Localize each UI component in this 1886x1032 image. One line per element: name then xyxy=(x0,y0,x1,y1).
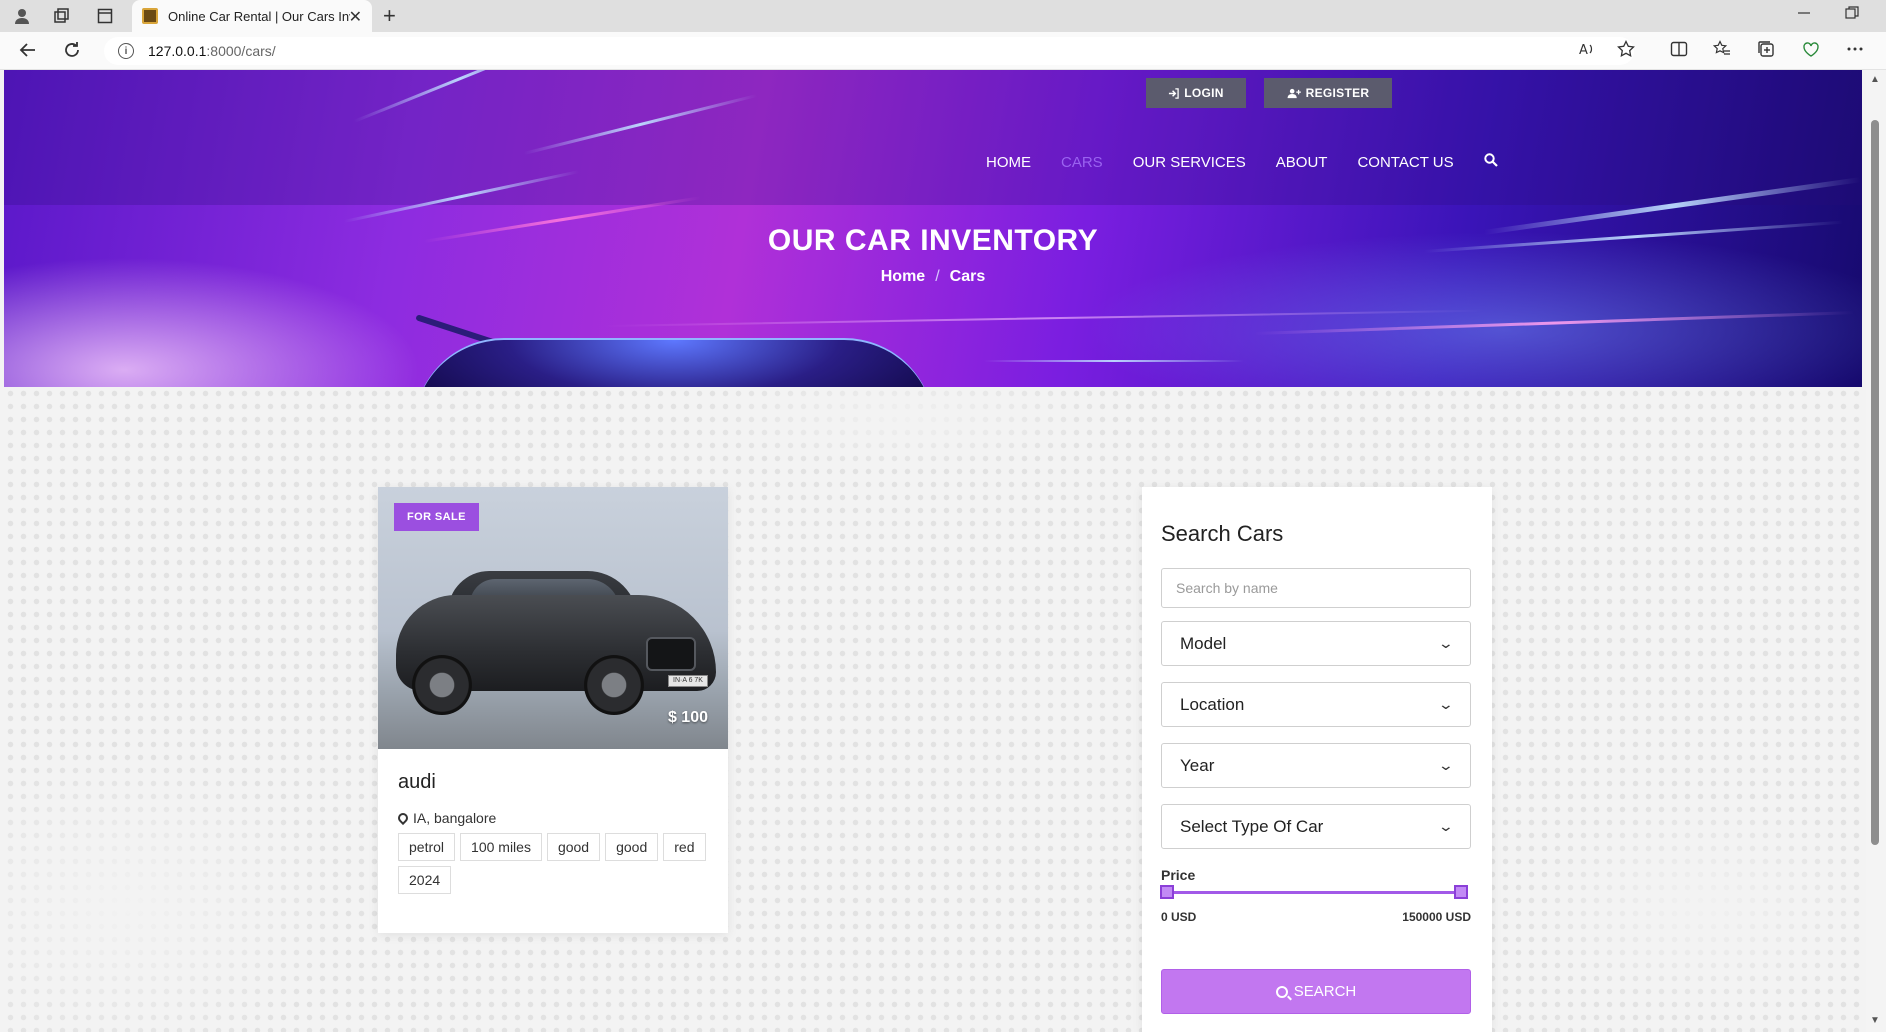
light-streak xyxy=(1253,311,1854,335)
breadcrumb-separator: / xyxy=(935,268,940,285)
url-host: 127.0.0.1 xyxy=(148,43,207,59)
price-label: Price xyxy=(1161,867,1196,883)
price-range-track[interactable] xyxy=(1167,891,1461,894)
back-arrow-icon[interactable] xyxy=(18,40,38,66)
url-field[interactable]: i 127.0.0.1:8000/cars/ xyxy=(104,37,1634,65)
breadcrumb: Home / Cars xyxy=(4,268,1862,286)
search-icon xyxy=(1275,985,1288,998)
search-button[interactable]: SEARCH xyxy=(1161,969,1471,1014)
close-tab-icon[interactable]: ✕ xyxy=(349,7,362,27)
breadcrumb-current: Cars xyxy=(949,268,986,285)
car-location-text: IA, bangalore xyxy=(413,810,497,826)
hero-banner: LOGIN REGISTER HOME CARS OUR SERVICES AB… xyxy=(4,70,1862,387)
feature-condition: good xyxy=(546,833,601,861)
car-type-select[interactable]: Select Type Of Car ⌄ xyxy=(1161,804,1471,849)
favorite-star-icon[interactable] xyxy=(1617,39,1635,63)
search-by-name-input[interactable] xyxy=(1161,568,1471,608)
main-navigation: HOME CARS OUR SERVICES ABOUT CONTACT US xyxy=(986,153,1498,171)
scrollbar-thumb[interactable] xyxy=(1871,120,1879,845)
price-max-value: 150000 USD xyxy=(1402,910,1471,924)
register-button[interactable]: REGISTER xyxy=(1264,78,1392,108)
chevron-down-icon: ⌄ xyxy=(1437,757,1455,773)
workspaces-icon[interactable] xyxy=(52,6,72,26)
user-plus-icon xyxy=(1287,88,1301,98)
feature-year: 2024 xyxy=(398,866,452,894)
web-page: LOGIN REGISTER HOME CARS OUR SERVICES AB… xyxy=(4,70,1862,1032)
site-favicon-icon xyxy=(142,8,158,24)
address-bar: i 127.0.0.1:8000/cars/ A xyxy=(0,32,1886,70)
price-max-handle[interactable] xyxy=(1454,885,1468,899)
nav-home[interactable]: HOME xyxy=(986,154,1031,171)
car-price: $ 100 xyxy=(667,709,708,726)
price-min-value: 0 USD xyxy=(1161,910,1197,924)
price-min-handle[interactable] xyxy=(1160,885,1174,899)
location-select-value: Location xyxy=(1180,694,1245,714)
feature-condition: good xyxy=(605,833,659,861)
register-label: REGISTER xyxy=(1305,86,1370,100)
header-band xyxy=(4,70,1862,205)
reload-icon[interactable] xyxy=(62,40,82,66)
chevron-down-icon: ⌄ xyxy=(1437,635,1455,651)
collections-icon[interactable] xyxy=(1757,40,1775,63)
car-image[interactable]: IN·A 6 7K FOR SALE $ 100 xyxy=(378,487,728,749)
light-streak xyxy=(984,360,1244,362)
nav-contact-us[interactable]: CONTACT US xyxy=(1357,154,1453,171)
for-sale-badge: FOR SALE xyxy=(394,503,479,531)
feature-mileage: 100 miles xyxy=(460,833,542,861)
page-title: OUR CAR INVENTORY xyxy=(767,224,1099,257)
light-streak xyxy=(603,309,1484,327)
browser-tab-active[interactable]: Online Car Rental | Our Cars Inventory ✕ xyxy=(132,0,372,32)
profile-icon[interactable] xyxy=(12,6,32,26)
restore-icon[interactable] xyxy=(1845,6,1859,24)
car-type-select-value: Select Type Of Car xyxy=(1180,816,1324,836)
feature-color: red xyxy=(663,833,706,861)
page-scrollbar[interactable]: ▲ ▼ xyxy=(1866,70,1886,1032)
model-select-value: Model xyxy=(1180,633,1227,653)
favorites-icon[interactable] xyxy=(1712,40,1731,63)
year-select-value: Year xyxy=(1180,755,1215,775)
car-wheel-graphic xyxy=(412,655,472,715)
tab-actions-icon[interactable] xyxy=(95,6,115,26)
browser-tab-bar: Online Car Rental | Our Cars Inventory ✕… xyxy=(0,0,1886,32)
car-wheel-graphic xyxy=(584,655,644,715)
car-location: IA, bangalore xyxy=(395,810,497,826)
new-tab-button[interactable]: + xyxy=(383,3,396,29)
location-select[interactable]: Location ⌄ xyxy=(1161,682,1471,727)
scroll-up-icon[interactable]: ▲ xyxy=(1870,74,1880,85)
year-select[interactable]: Year ⌄ xyxy=(1161,743,1471,788)
car-card[interactable]: IN·A 6 7K FOR SALE $ 100 audi IA, bangal… xyxy=(378,487,728,933)
site-info-icon[interactable]: i xyxy=(118,43,134,59)
sign-in-icon xyxy=(1169,87,1179,99)
search-panel-title: Search Cars xyxy=(1161,521,1284,546)
scroll-down-icon[interactable]: ▼ xyxy=(1870,1015,1880,1026)
search-button-label: SEARCH xyxy=(1293,983,1357,1000)
login-label: LOGIN xyxy=(1184,86,1224,100)
license-plate: IN·A 6 7K xyxy=(668,675,708,687)
chevron-down-icon: ⌄ xyxy=(1437,696,1455,712)
more-options-icon[interactable] xyxy=(1846,40,1864,63)
split-screen-icon[interactable] xyxy=(1670,40,1688,63)
car-features: petrol 100 miles good good red 2024 xyxy=(398,833,718,899)
minimize-icon[interactable] xyxy=(1797,6,1811,24)
hero-car-graphic xyxy=(414,338,934,387)
nav-our-services[interactable]: OUR SERVICES xyxy=(1133,154,1246,171)
login-button[interactable]: LOGIN xyxy=(1146,78,1246,108)
car-grille-graphic xyxy=(646,637,696,671)
search-icon[interactable] xyxy=(1483,153,1498,171)
car-name[interactable]: audi xyxy=(398,771,436,794)
nav-cars[interactable]: CARS xyxy=(1061,154,1103,171)
tab-title: Online Car Rental | Our Cars Inventory xyxy=(168,8,350,24)
model-select[interactable]: Model ⌄ xyxy=(1161,621,1471,666)
read-aloud-icon[interactable]: A xyxy=(1578,40,1596,63)
url-path: :8000/cars/ xyxy=(206,43,276,59)
feature-fuel: petrol xyxy=(398,833,456,861)
inventory-section xyxy=(4,387,1862,1032)
breadcrumb-home[interactable]: Home xyxy=(881,268,925,285)
svg-text:A: A xyxy=(1579,43,1588,58)
chevron-down-icon: ⌄ xyxy=(1437,818,1455,834)
map-marker-icon xyxy=(395,810,411,826)
browser-essentials-icon[interactable] xyxy=(1802,40,1820,63)
nav-about[interactable]: ABOUT xyxy=(1276,154,1328,171)
search-cars-panel: Search Cars Model ⌄ Location ⌄ Year ⌄ Se… xyxy=(1142,487,1492,1032)
